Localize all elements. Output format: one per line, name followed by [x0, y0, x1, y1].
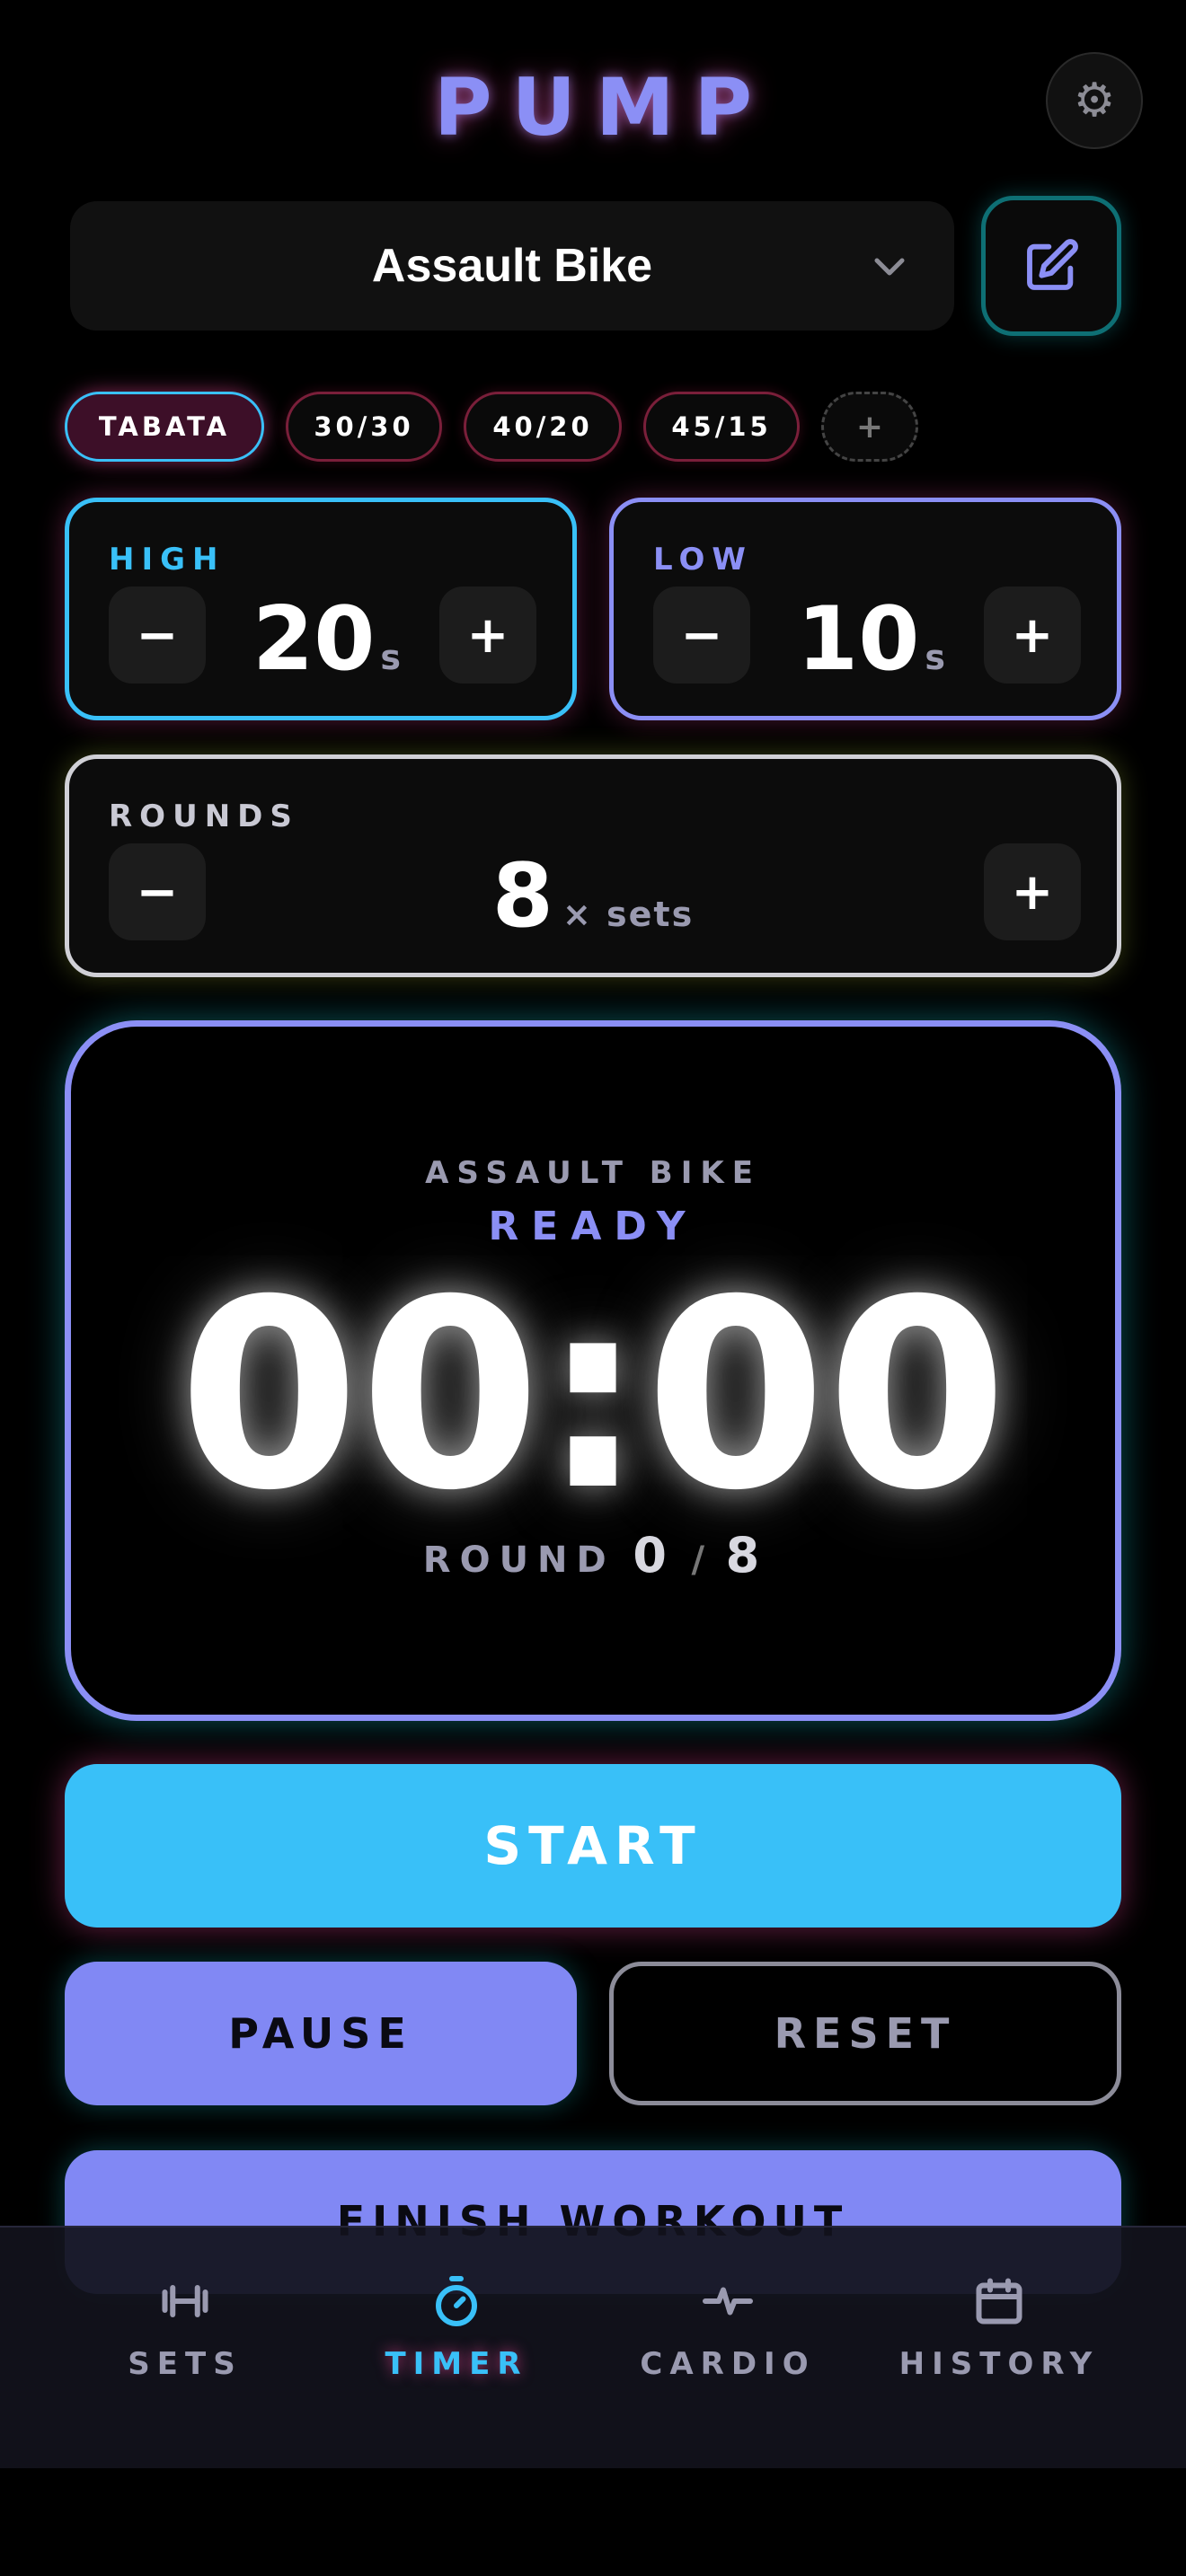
low-unit: s: [925, 638, 948, 677]
gear-icon: ⚙: [1073, 74, 1116, 128]
round-counter: ROUND 0 / 8: [0, 1527, 1186, 1584]
nav-label-cardio: CARDIO: [640, 2346, 816, 2382]
nav-item-timer[interactable]: TIMER: [322, 2274, 591, 2409]
edit-exercise-button[interactable]: [981, 196, 1121, 336]
rounds-unit: × sets: [562, 895, 695, 934]
rounds-increment-button[interactable]: +: [984, 843, 1081, 940]
timer-clock: 00:00: [178, 1245, 1008, 1548]
exercise-select-value: Assault Bike: [371, 240, 653, 292]
nav-label-timer: TIMER: [385, 2346, 528, 2382]
low-increment-button[interactable]: +: [984, 587, 1081, 684]
chevron-down-icon: [874, 258, 905, 276]
nav-item-cardio[interactable]: CARDIO: [593, 2274, 863, 2409]
preset-tabata[interactable]: TABATA: [65, 392, 264, 462]
high-interval-card: HIGH − 20 s +: [65, 498, 577, 720]
round-current: 0: [633, 1527, 670, 1584]
app-title: PUMP: [433, 61, 773, 154]
preset-45-15[interactable]: 45/15: [643, 392, 800, 462]
calendar-icon: [976, 2278, 1022, 2325]
timer-exercise-name: ASSAULT BIKE: [425, 1155, 761, 1191]
dumbbell-icon: [162, 2285, 208, 2317]
round-separator: /: [691, 1539, 705, 1581]
high-unit: s: [380, 638, 403, 677]
low-decrement-button[interactable]: −: [653, 587, 750, 684]
high-label: HIGH: [109, 542, 226, 578]
rounds-label: ROUNDS: [109, 798, 299, 834]
low-value-display: 10 s: [797, 595, 947, 684]
settings-button[interactable]: ⚙: [1046, 52, 1143, 149]
start-button[interactable]: START: [65, 1764, 1121, 1928]
stopwatch-icon: [436, 2276, 477, 2326]
edit-icon: [1027, 239, 1078, 290]
rounds-value-display: 8 × sets: [69, 852, 1117, 940]
nav-item-sets[interactable]: SETS: [50, 2274, 320, 2409]
rounds-card: ROUNDS − 8 × sets +: [65, 754, 1121, 977]
low-label: LOW: [653, 542, 753, 578]
bottom-nav: SETS TIMER CARDIO HISTORY: [0, 2226, 1186, 2468]
timer-status: READY: [488, 1204, 698, 1249]
high-increment-button[interactable]: +: [439, 587, 536, 684]
reset-button[interactable]: RESET: [609, 1962, 1121, 2105]
low-interval-card: LOW − 10 s +: [609, 498, 1121, 720]
high-value-display: 20 s: [252, 595, 403, 684]
exercise-select[interactable]: Assault Bike: [70, 201, 954, 331]
high-value: 20: [252, 588, 376, 691]
add-preset-button[interactable]: +: [821, 392, 918, 462]
low-value: 10: [797, 588, 920, 691]
preset-40-20[interactable]: 40/20: [464, 392, 622, 462]
nav-label-sets: SETS: [128, 2346, 243, 2382]
round-label: ROUND: [422, 1539, 615, 1581]
round-total: 8: [725, 1527, 764, 1584]
nav-label-history: HISTORY: [898, 2346, 1100, 2382]
preset-30-30[interactable]: 30/30: [286, 392, 442, 462]
pulse-icon: [703, 2287, 753, 2316]
nav-item-history[interactable]: HISTORY: [864, 2274, 1134, 2409]
high-decrement-button[interactable]: −: [109, 587, 206, 684]
rounds-value: 8: [491, 845, 553, 948]
pause-button[interactable]: PAUSE: [65, 1962, 577, 2105]
